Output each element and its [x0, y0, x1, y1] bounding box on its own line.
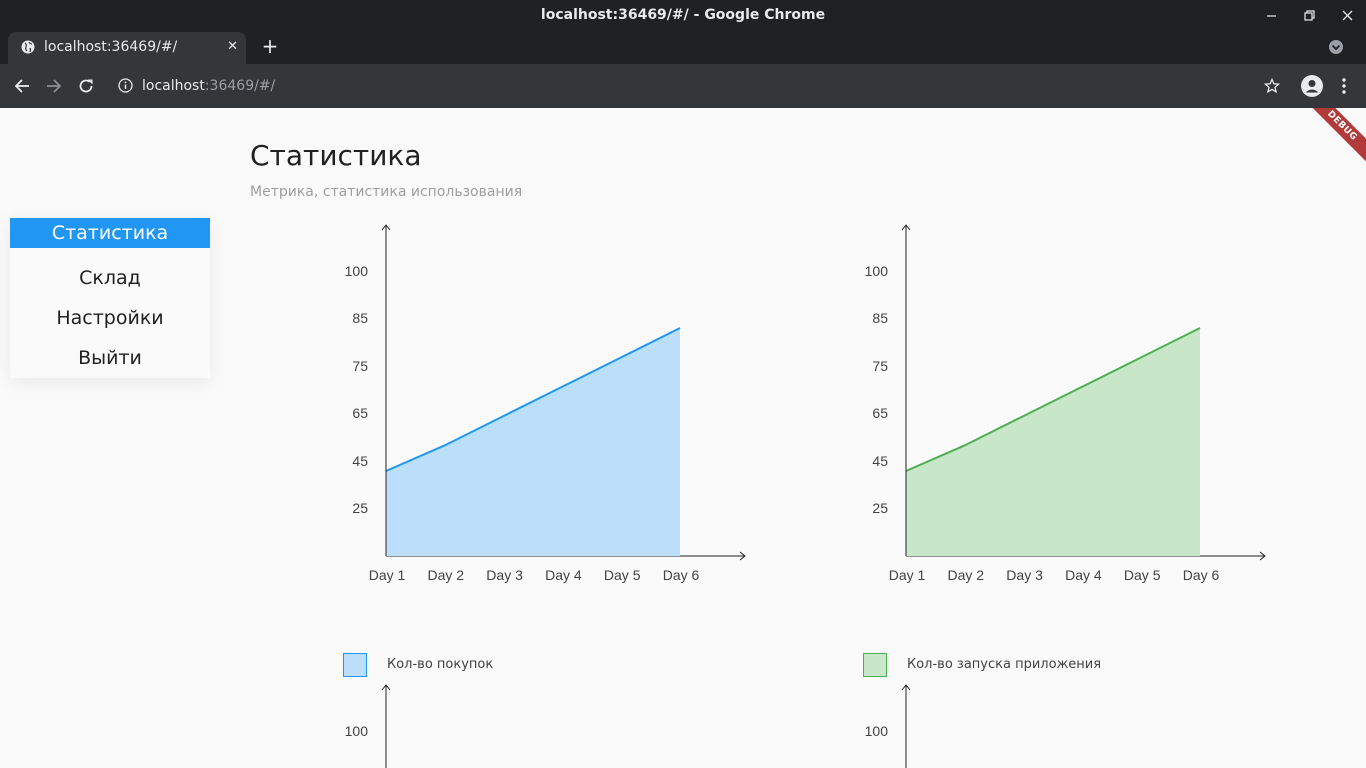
- restore-icon[interactable]: [1290, 0, 1328, 30]
- chart-fourth: 100: [865, 684, 911, 768]
- app-content: DEBUG Статистика Метрика, статистика исп…: [0, 108, 1366, 768]
- series-area: [386, 328, 680, 556]
- new-tab-button[interactable]: +: [258, 34, 282, 58]
- address-bar[interactable]: localhost:36469/#/: [112, 71, 1292, 101]
- url-path: :36469/#/: [204, 78, 276, 94]
- series-area: [906, 328, 1200, 556]
- browser-toolbar: localhost:36469/#/: [0, 64, 1366, 108]
- y-tick-label: 100: [345, 263, 369, 279]
- reload-icon[interactable]: [74, 74, 98, 98]
- menu-item-warehouse[interactable]: Склад: [10, 258, 210, 298]
- x-tick-label: Day 4: [1065, 567, 1102, 583]
- site-info-icon[interactable]: [118, 78, 133, 97]
- y-tick-label: 65: [352, 405, 368, 421]
- x-tick-label: Day 6: [663, 567, 700, 583]
- page-title: Статистика: [250, 139, 422, 172]
- y-tick-label: 45: [872, 453, 888, 469]
- chart-third: 100: [345, 684, 391, 768]
- tab-strip: localhost:36469/#/ ✕ +: [0, 30, 1366, 64]
- legend-swatch-purchases: [343, 653, 367, 677]
- x-tick-label: Day 3: [486, 567, 523, 583]
- y-tick-label: 45: [352, 453, 368, 469]
- y-tick-label: 100: [345, 723, 369, 739]
- chart-app-launches: 100 85 75 65 45 25 Day 1 Day 2 Day 3 Day 4 Day 5 Da…: [865, 224, 1266, 583]
- forward-icon[interactable]: [42, 74, 66, 98]
- chart-purchases: 100 85 75 65 45 25 Day 1 Day 2 Day 3 Day 4 Day 5 Da…: [345, 224, 746, 583]
- profile-avatar-icon[interactable]: [1300, 74, 1324, 98]
- x-tick-label: Day 6: [1183, 567, 1220, 583]
- x-tick-label: Day 2: [428, 567, 465, 583]
- y-tick-label: 100: [865, 723, 889, 739]
- globe-icon: [21, 40, 35, 58]
- browser-tab[interactable]: localhost:36469/#/ ✕: [8, 32, 246, 64]
- tab-title: localhost:36469/#/: [44, 39, 178, 55]
- legend-label-app-launches: Кол-во запуска приложения: [907, 657, 1102, 672]
- url-host: localhost: [142, 78, 205, 94]
- window-title: localhost:36469/#/ - Google Chrome: [540, 7, 826, 23]
- y-tick-label: 65: [872, 405, 888, 421]
- debug-banner: DEBUG: [1300, 108, 1366, 168]
- star-icon[interactable]: [1260, 74, 1284, 98]
- url-text: localhost:36469/#/: [142, 71, 275, 101]
- legend-label-purchases: Кол-во покупок: [387, 657, 494, 672]
- window-titlebar: localhost:36469/#/ - Google Chrome: [0, 0, 1366, 30]
- minimize-icon[interactable]: [1252, 0, 1290, 30]
- x-tick-label: Day 5: [604, 567, 641, 583]
- x-tick-label: Day 5: [1124, 567, 1161, 583]
- page-subtitle: Метрика, статистика использования: [250, 184, 523, 200]
- kebab-menu-icon[interactable]: [1332, 74, 1356, 98]
- legend-swatch-app-launches: [863, 653, 887, 677]
- menu-item-settings[interactable]: Настройки: [10, 298, 210, 338]
- y-tick-label: 75: [872, 358, 888, 374]
- x-tick-label: Day 2: [948, 567, 985, 583]
- menu-item-logout[interactable]: Выйти: [10, 338, 210, 378]
- y-tick-label: 25: [872, 500, 888, 516]
- tab-close-icon[interactable]: ✕: [227, 39, 238, 54]
- side-menu: Статистика Склад Настройки Выйти: [10, 218, 210, 378]
- y-tick-label: 85: [352, 310, 368, 326]
- y-tick-label: 85: [872, 310, 888, 326]
- x-tick-label: Day 1: [889, 567, 926, 583]
- y-tick-label: 25: [352, 500, 368, 516]
- tab-search-icon[interactable]: [1328, 39, 1344, 59]
- menu-item-statistics[interactable]: Статистика: [10, 218, 210, 248]
- x-tick-label: Day 4: [545, 567, 582, 583]
- x-tick-label: Day 1: [369, 567, 406, 583]
- back-icon[interactable]: [10, 74, 34, 98]
- y-tick-label: 100: [865, 263, 889, 279]
- close-icon[interactable]: [1328, 0, 1366, 30]
- x-tick-label: Day 3: [1006, 567, 1043, 583]
- y-tick-label: 75: [352, 358, 368, 374]
